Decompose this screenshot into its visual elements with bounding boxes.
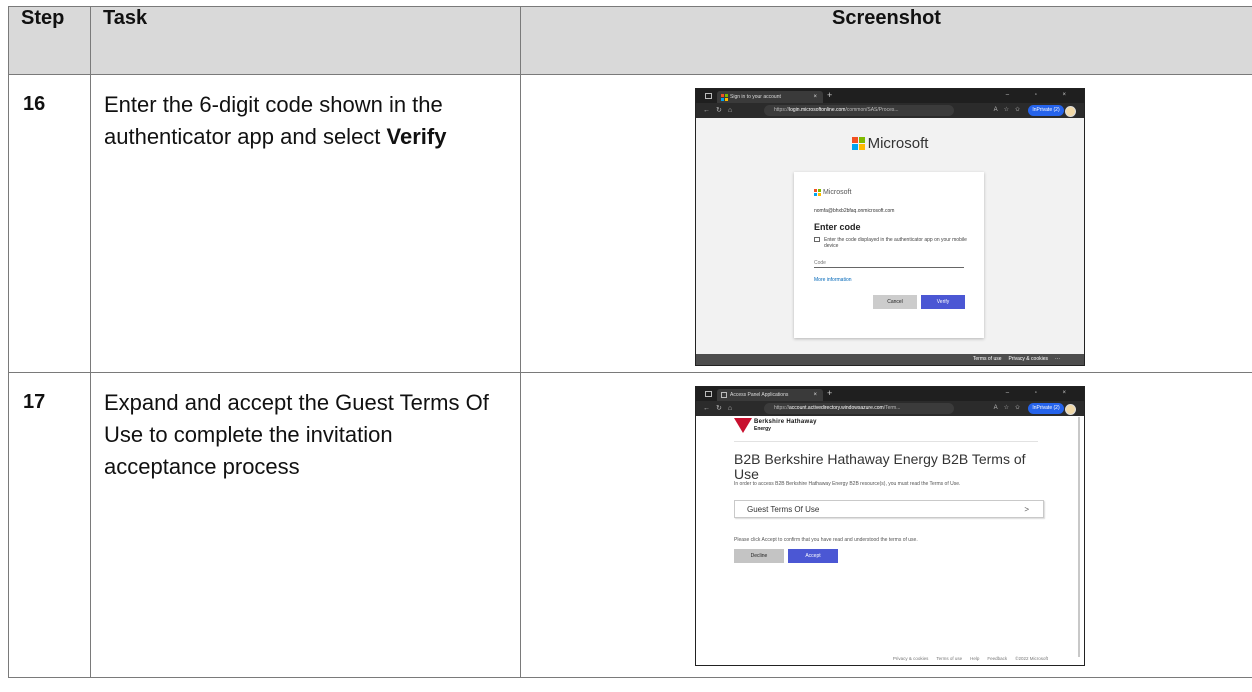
terms-page: Berkshire Hathaway Energy B2B Berkshire …	[696, 416, 1084, 665]
enter-code-heading: Enter code	[814, 222, 861, 232]
cancel-button[interactable]: Cancel	[873, 295, 917, 309]
help-link[interactable]: Help	[970, 656, 979, 661]
avatar	[1065, 404, 1076, 415]
accept-button[interactable]: Accept	[788, 549, 838, 563]
window-menu-icon	[705, 93, 712, 99]
code-hint: Enter the code displayed in the authenti…	[814, 237, 974, 249]
nav-icons: ←↻⌂	[703, 403, 738, 414]
home-icon: ⌂	[727, 405, 739, 412]
screenshot-cell: Access Panel Applications × + – ▫ × ←↻⌂ …	[520, 372, 1252, 678]
signin-card: Microsoft nomfa@bhxb2bfaq.onmicrosoft.co…	[794, 172, 984, 338]
new-tab-icon: +	[827, 388, 833, 398]
back-icon: ←	[703, 405, 716, 412]
tab-close-icon: ×	[813, 94, 817, 100]
browser-tab: Access Panel Applications ×	[717, 389, 823, 401]
decline-button[interactable]: Decline	[734, 549, 784, 563]
favorites-icon: ✩	[1014, 107, 1026, 113]
home-icon: ⌂	[727, 107, 739, 114]
window-controls: – ▫ ×	[1005, 390, 1078, 396]
terms-subtitle: In order to access B2B Berkshire Hathawa…	[734, 481, 961, 487]
address-bar: ←↻⌂ https://account.activedirectory.wind…	[696, 401, 1084, 416]
verify-button[interactable]: Verify	[921, 295, 965, 309]
microsoft-brand: Microsoft	[696, 134, 1084, 152]
page-favicon-icon	[721, 392, 727, 398]
refresh-icon: ↻	[716, 107, 728, 114]
tab-bar: Access Panel Applications × + – ▫ ×	[696, 387, 1084, 401]
task-description: Expand and accept the Guest Terms Of Use…	[90, 372, 521, 678]
more-options-icon[interactable]: ···	[1055, 356, 1060, 362]
browser-screenshot-signin: Sign in to your account × + – ▫ × ←↻⌂ ht…	[695, 88, 1085, 366]
url-field: https://account.activedirectory.windowsa…	[764, 403, 954, 414]
step-number: 16	[8, 74, 91, 373]
guest-terms-expander[interactable]: Guest Terms Of Use >	[734, 500, 1044, 518]
terms-footer: Privacy & cookies Terms of use Help Feedbac…	[885, 656, 1048, 661]
header-row: Step Task Screenshot	[8, 6, 1252, 75]
card-brand: Microsoft	[814, 189, 851, 196]
favorite-icon: ☆	[1003, 405, 1015, 411]
tab-title: Sign in to your account	[730, 94, 781, 100]
more-information-link[interactable]: More information	[814, 277, 852, 283]
signin-footer: Terms of use Privacy & cookies ···	[696, 354, 1084, 365]
address-bar: ←↻⌂ https://login.microsoftonline.com/co…	[696, 103, 1084, 118]
task-description: Enter the 6-digit code shown in the auth…	[90, 74, 521, 373]
header-task: Task	[90, 6, 521, 75]
toolbar-icons: A☆✩	[994, 403, 1026, 414]
microsoft-logo-small-icon	[814, 189, 821, 196]
avatar	[1065, 106, 1076, 117]
privacy-cookies-link[interactable]: Privacy & cookies	[893, 656, 929, 661]
url-field: https://login.microsoftonline.com/common…	[764, 105, 954, 116]
microsoft-logo-icon	[851, 136, 865, 150]
code-input[interactable]	[814, 258, 964, 268]
favorite-icon: ☆	[1003, 107, 1015, 113]
read-aloud-icon: A	[993, 107, 1004, 113]
table-row: 16 Enter the 6-digit code shown in the a…	[8, 74, 1252, 373]
signin-page: Microsoft Microsoft nomfa@bhxb2bfaq.onmi…	[696, 118, 1084, 354]
chevron-right-icon: >	[1024, 505, 1029, 514]
read-aloud-icon: A	[993, 405, 1004, 411]
privacy-cookies-link[interactable]: Privacy & cookies	[1009, 356, 1048, 362]
tab-title: Access Panel Applications	[730, 392, 789, 398]
terms-title: B2B Berkshire Hathaway Energy B2B Terms …	[734, 451, 1026, 482]
back-icon: ←	[703, 107, 716, 114]
inprivate-badge: InPrivate (2)	[1028, 105, 1064, 116]
new-tab-icon: +	[827, 90, 833, 100]
table-row: 17 Expand and accept the Guest Terms Of …	[8, 372, 1252, 678]
window-menu-icon	[705, 391, 712, 397]
browser-tab: Sign in to your account ×	[717, 91, 823, 103]
screenshot-cell: Sign in to your account × + – ▫ × ←↻⌂ ht…	[520, 74, 1252, 373]
task-bold-term: Verify	[386, 124, 447, 149]
inprivate-badge: InPrivate (2)	[1028, 403, 1064, 414]
expander-label: Guest Terms Of Use	[747, 505, 820, 514]
confirm-text: Please click Accept to confirm that you …	[734, 537, 918, 543]
step-number: 17	[8, 372, 91, 678]
bhe-logo-mark-icon	[734, 418, 752, 433]
favorites-icon: ✩	[1014, 405, 1026, 411]
window-controls: – ▫ ×	[1005, 92, 1078, 98]
divider	[734, 441, 1038, 442]
terms-of-use-link[interactable]: Terms of use	[973, 356, 1002, 362]
refresh-icon: ↻	[716, 405, 728, 412]
instructions-table: Step Task Screenshot 16 Enter the 6-digi…	[8, 6, 1252, 678]
keypad-icon	[814, 237, 820, 242]
terms-of-use-link[interactable]: Terms of use	[936, 656, 962, 661]
tab-bar: Sign in to your account × + – ▫ ×	[696, 89, 1084, 103]
task-text: Expand and accept the Guest Terms Of Use…	[104, 390, 489, 479]
header-step: Step	[8, 6, 91, 75]
microsoft-favicon-icon	[721, 94, 728, 101]
browser-screenshot-terms: Access Panel Applications × + – ▫ × ←↻⌂ …	[695, 386, 1085, 666]
nav-icons: ←↻⌂	[703, 105, 738, 116]
copyright: ©2022 Microsoft	[1015, 656, 1048, 661]
header-screenshot: Screenshot	[520, 6, 1252, 75]
tab-close-icon: ×	[813, 392, 817, 398]
bhe-logo: Berkshire Hathaway Energy	[734, 418, 884, 438]
toolbar-icons: A☆✩	[994, 105, 1026, 116]
scrollbar[interactable]	[1078, 417, 1080, 657]
account-email: nomfa@bhxb2bfaq.onmicrosoft.com	[814, 208, 895, 214]
feedback-link[interactable]: Feedback	[987, 656, 1007, 661]
